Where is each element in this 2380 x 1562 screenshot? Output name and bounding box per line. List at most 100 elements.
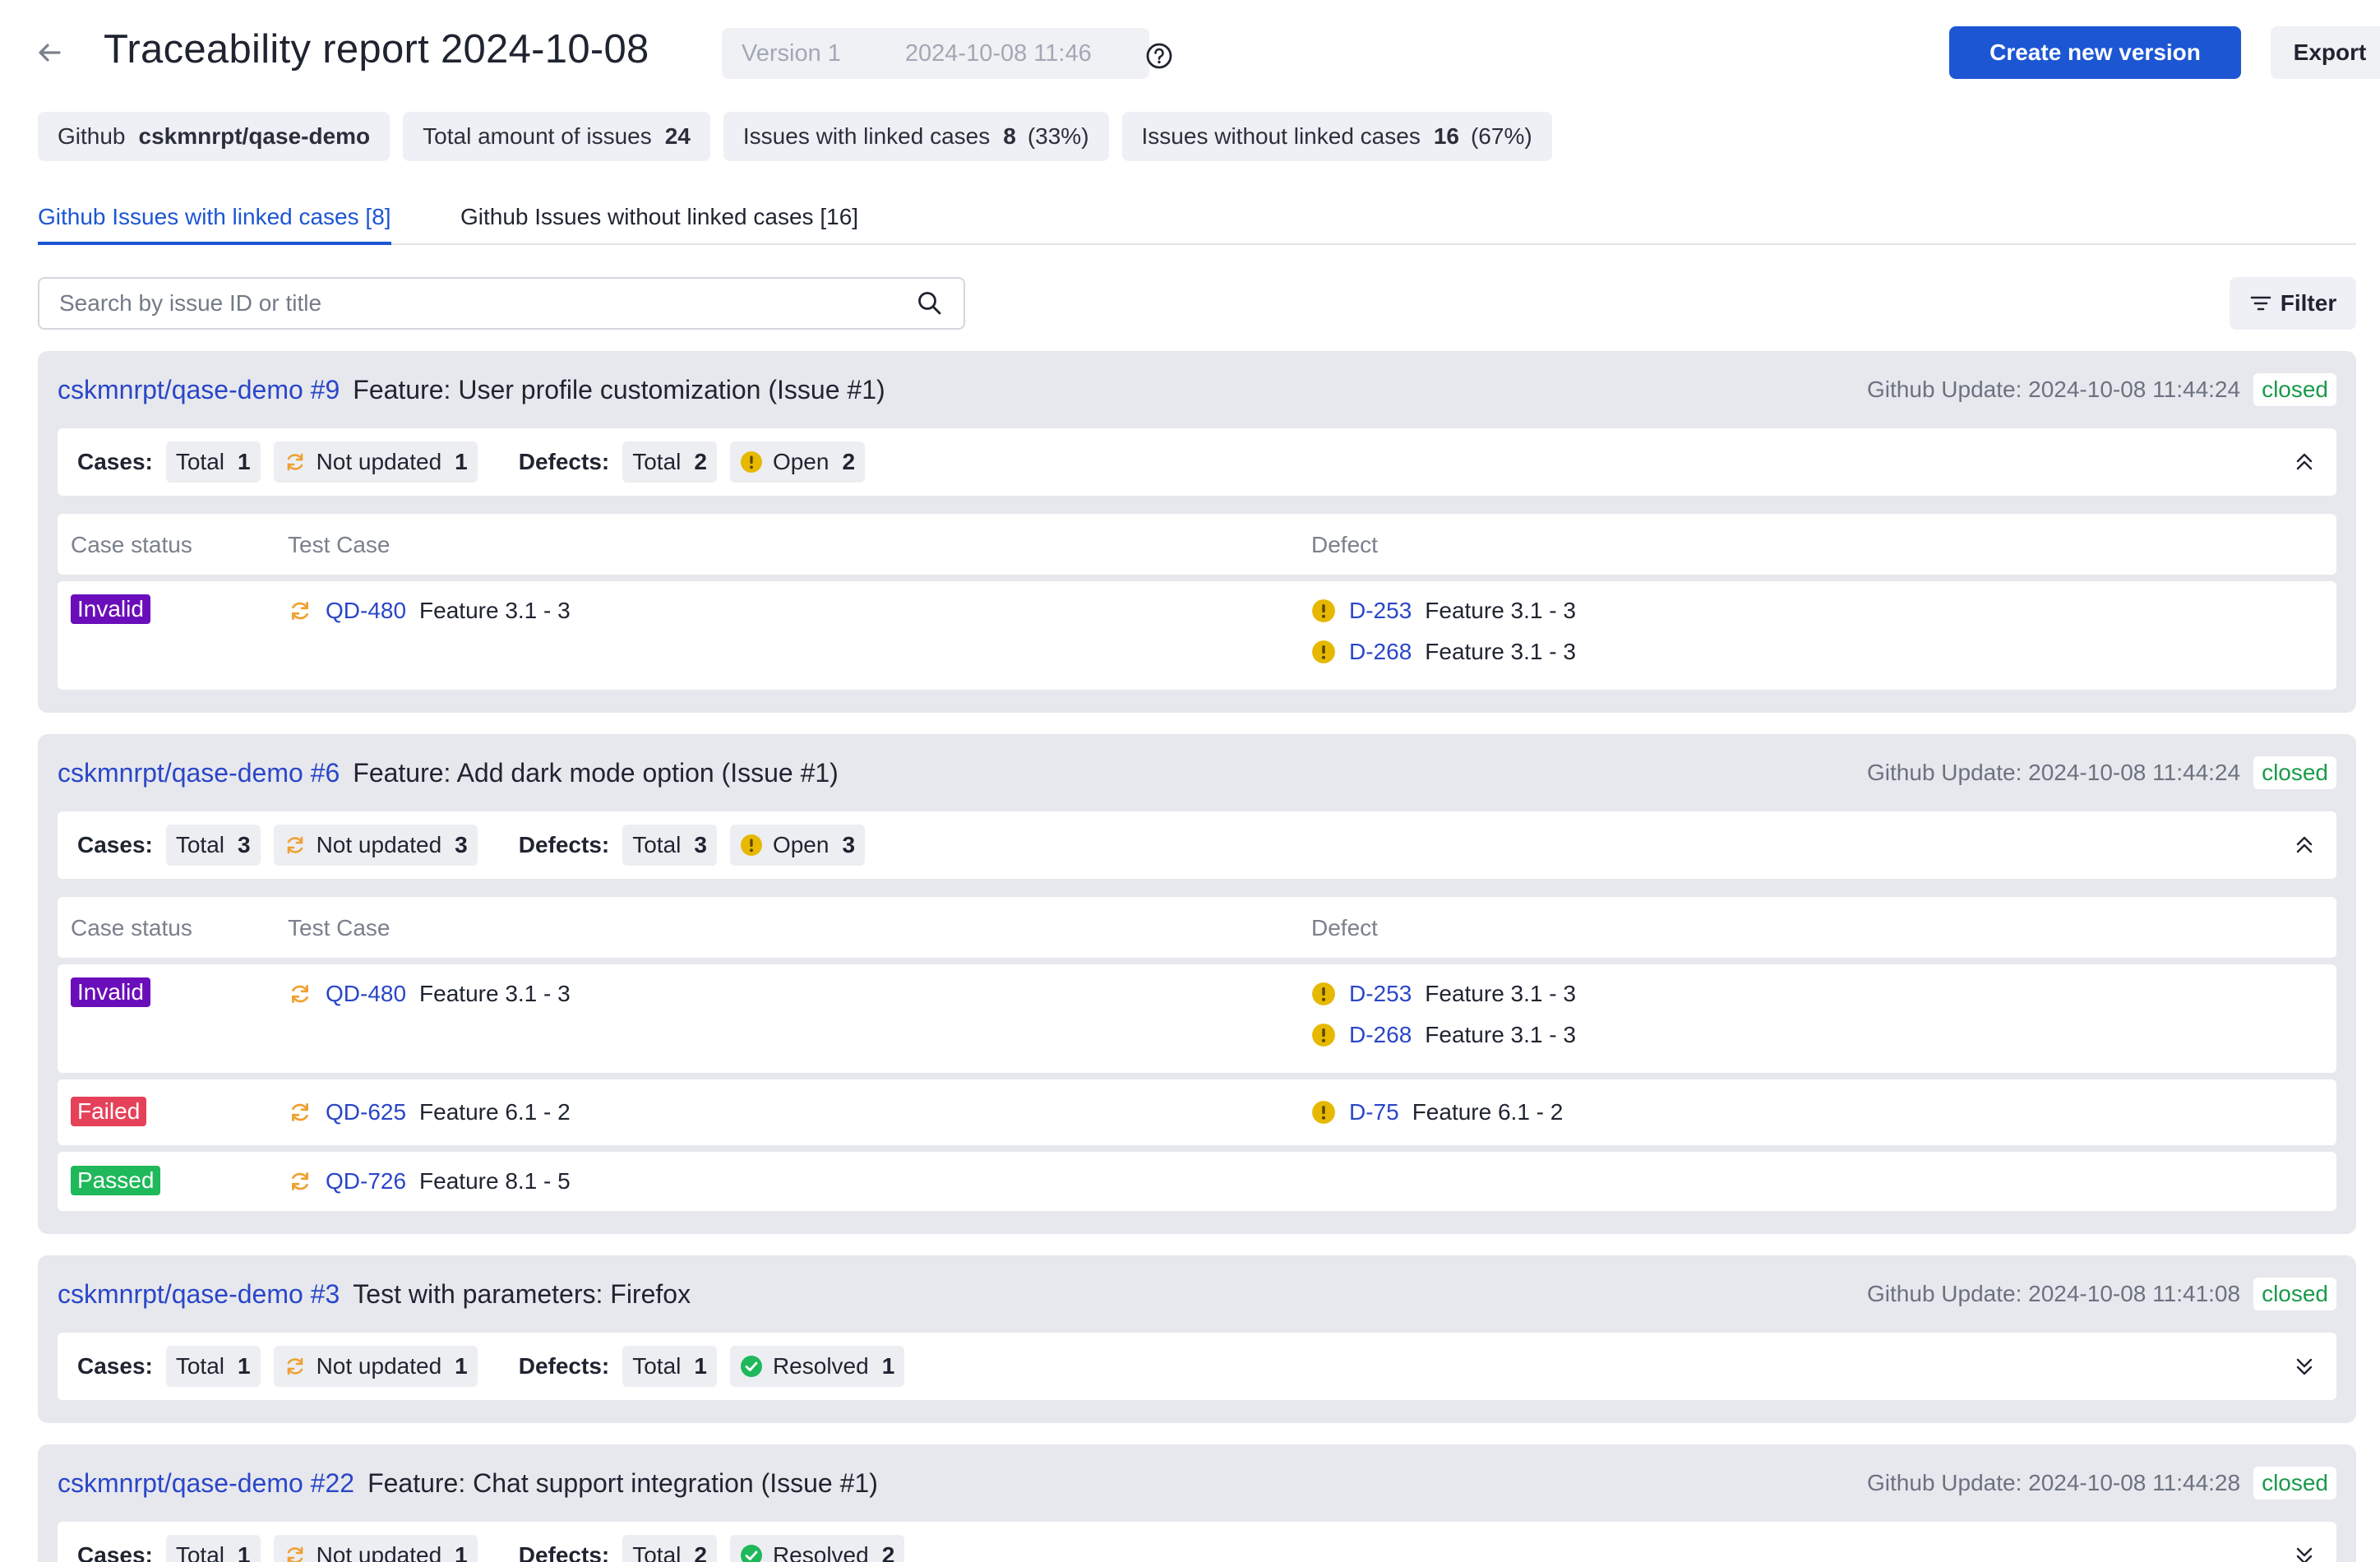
filter-button[interactable]: Filter — [2230, 277, 2356, 330]
search-input[interactable] — [59, 290, 916, 317]
issue-tabs: Github Issues with linked cases [8] Gith… — [38, 197, 2356, 245]
version-date: 2024-10-08 11:46 — [904, 39, 1092, 67]
search-icon[interactable] — [916, 289, 944, 317]
defect-title: Feature 6.1 - 2 — [1412, 1099, 1564, 1125]
linked-issues-value: 8 — [1003, 123, 1016, 149]
cases-label: Cases: — [77, 832, 153, 857]
github-update-time: 2024-10-08 11:41:08 — [2028, 1281, 2241, 1306]
cases-total-value: 3 — [238, 832, 251, 857]
defects-label: Defects: — [518, 1353, 610, 1379]
defect-link[interactable]: D-268 — [1349, 639, 1412, 665]
chevrons-down-icon[interactable] — [2290, 1352, 2318, 1380]
cases-label: Cases: — [77, 1542, 153, 1562]
defects-total-label: Total — [632, 1353, 682, 1379]
cases-not-updated-chip: Not updated 1 — [273, 441, 478, 483]
cases-not-updated-chip: Not updated 1 — [273, 1535, 478, 1562]
issue-link[interactable]: cskmnrpt/qase-demo #6 — [58, 758, 340, 788]
defects-total-value: 3 — [694, 832, 707, 857]
test-case-title: Feature 3.1 - 3 — [419, 981, 571, 1006]
unlinked-issues-chip: Issues without linked cases 16 (67%) — [1121, 112, 1552, 161]
issue-meta: Github Update: 2024-10-08 11:44:24 close… — [1867, 756, 2336, 789]
issue-summary: Cases: Total 3 Not updated 3 Defects: Tota… — [58, 811, 2336, 879]
status-badge: closed — [2253, 1467, 2336, 1500]
version-select[interactable]: Version 1 2024-10-08 11:46 — [722, 28, 1149, 79]
unlinked-issues-value: 16 — [1433, 123, 1459, 149]
arrow-left-icon[interactable] — [33, 36, 66, 69]
defects-label: Defects: — [518, 449, 610, 474]
defects-open-chip: Open 2 — [729, 441, 866, 483]
cases-not-updated-chip: Not updated 1 — [273, 1346, 478, 1387]
issue-card: cskmnrpt/qase-demo #3 Test with paramete… — [38, 1255, 2356, 1423]
col-defect: Defect — [1311, 532, 1378, 557]
defects-total-value: 2 — [694, 1542, 707, 1562]
cases-total-chip: Total 1 — [165, 1535, 261, 1562]
defects-total-chip: Total 1 — [622, 1346, 717, 1387]
case-status-badge: Invalid — [71, 594, 150, 624]
issue-summary: Cases: Total 1 Not updated 1 Defects: Tota… — [58, 1333, 2336, 1400]
unlinked-issues-label: Issues without linked cases — [1141, 123, 1421, 149]
sync-icon — [292, 1102, 308, 1122]
cases-not-updated-value: 1 — [455, 449, 468, 474]
defect-title: Feature 3.1 - 3 — [1425, 1022, 1576, 1047]
defects-total-value: 1 — [694, 1353, 707, 1379]
chevrons-up-icon[interactable] — [2290, 831, 2318, 859]
cases-total-label: Total — [175, 449, 224, 474]
github-update-label: Github Update: — [1867, 1470, 2022, 1495]
issue-card: cskmnrpt/qase-demo #6 Feature: Add dark … — [38, 734, 2356, 1234]
help-icon[interactable] — [1143, 39, 1176, 72]
cases-total-value: 1 — [238, 1353, 251, 1379]
chevrons-up-icon[interactable] — [2290, 448, 2318, 476]
cases-not-updated-value: 3 — [455, 832, 468, 857]
cases-not-updated-chip: Not updated 3 — [273, 825, 478, 866]
issue-link[interactable]: cskmnrpt/qase-demo #3 — [58, 1279, 340, 1310]
linked-issues-percent: (33%) — [1027, 123, 1089, 149]
not-updated-label: Not updated — [316, 1542, 442, 1562]
github-repo-chip: Github cskmnrpt/qase-demo — [38, 112, 391, 161]
test-case-title: Feature 6.1 - 2 — [419, 1099, 571, 1125]
cases-table: Case status Test Case Defect Invalid QD-… — [58, 514, 2336, 690]
sync-icon — [292, 601, 308, 621]
tab-unlinked-cases[interactable]: Github Issues without linked cases [16] — [460, 204, 858, 245]
warning-icon — [1312, 1101, 1335, 1124]
cases-total-label: Total — [175, 1353, 224, 1379]
chevrons-down-icon[interactable] — [2290, 1541, 2318, 1562]
table-header: Case status Test Case Defect — [58, 514, 2336, 575]
issue-link[interactable]: cskmnrpt/qase-demo #22 — [58, 1468, 354, 1499]
create-new-version-button[interactable]: Create new version — [1949, 26, 2241, 79]
issue-link[interactable]: cskmnrpt/qase-demo #9 — [58, 375, 340, 405]
defects-label: Defects: — [518, 832, 610, 857]
defect-link[interactable]: D-253 — [1349, 981, 1412, 1007]
issue-header: cskmnrpt/qase-demo #3 Test with paramete… — [58, 1255, 2336, 1333]
sync-icon — [292, 1172, 308, 1191]
issue-card: cskmnrpt/qase-demo #9 Feature: User prof… — [38, 351, 2356, 713]
warning-icon — [1312, 640, 1335, 663]
traceability-report-page: Traceability report 2024-10-08 Version 1… — [0, 0, 2380, 1562]
warning-icon — [1312, 1024, 1335, 1047]
sync-icon — [287, 453, 303, 471]
case-status-badge: Invalid — [71, 977, 150, 1007]
defects-total-label: Total — [632, 1542, 682, 1562]
defect-link[interactable]: D-253 — [1349, 598, 1412, 624]
test-case-link[interactable]: QD-726 — [326, 1168, 406, 1195]
cases-total-value: 1 — [238, 1542, 251, 1562]
defect-link[interactable]: D-268 — [1349, 1022, 1412, 1048]
test-case-link[interactable]: QD-480 — [326, 981, 406, 1007]
test-case-link[interactable]: QD-625 — [326, 1099, 406, 1125]
cases-label: Cases: — [77, 449, 153, 474]
col-case-status: Case status — [71, 532, 192, 557]
cases-total-label: Total — [175, 832, 224, 857]
defect-title: Feature 3.1 - 3 — [1425, 639, 1576, 664]
total-issues-label: Total amount of issues — [423, 123, 652, 149]
defects-resolved-chip: Resolved 2 — [729, 1535, 905, 1562]
defects-open-chip: Open 3 — [729, 825, 866, 866]
table-row: Invalid QD-480 Feature 3.1 - 3 D-253 Fea… — [58, 581, 2336, 690]
tab-linked-cases[interactable]: Github Issues with linked cases [8] — [38, 204, 391, 245]
test-case-link[interactable]: QD-480 — [326, 598, 406, 624]
col-test-case: Test Case — [288, 532, 391, 557]
issue-summary: Cases: Total 1 Not updated 1 Defects: Tota… — [58, 1522, 2336, 1562]
github-update-label: Github Update: — [1867, 760, 2022, 785]
github-update-label: Github Update: — [1867, 1281, 2022, 1306]
github-update-time: 2024-10-08 11:44:24 — [2028, 760, 2241, 785]
export-button[interactable]: Export — [2271, 26, 2380, 79]
defect-link[interactable]: D-75 — [1349, 1099, 1399, 1125]
